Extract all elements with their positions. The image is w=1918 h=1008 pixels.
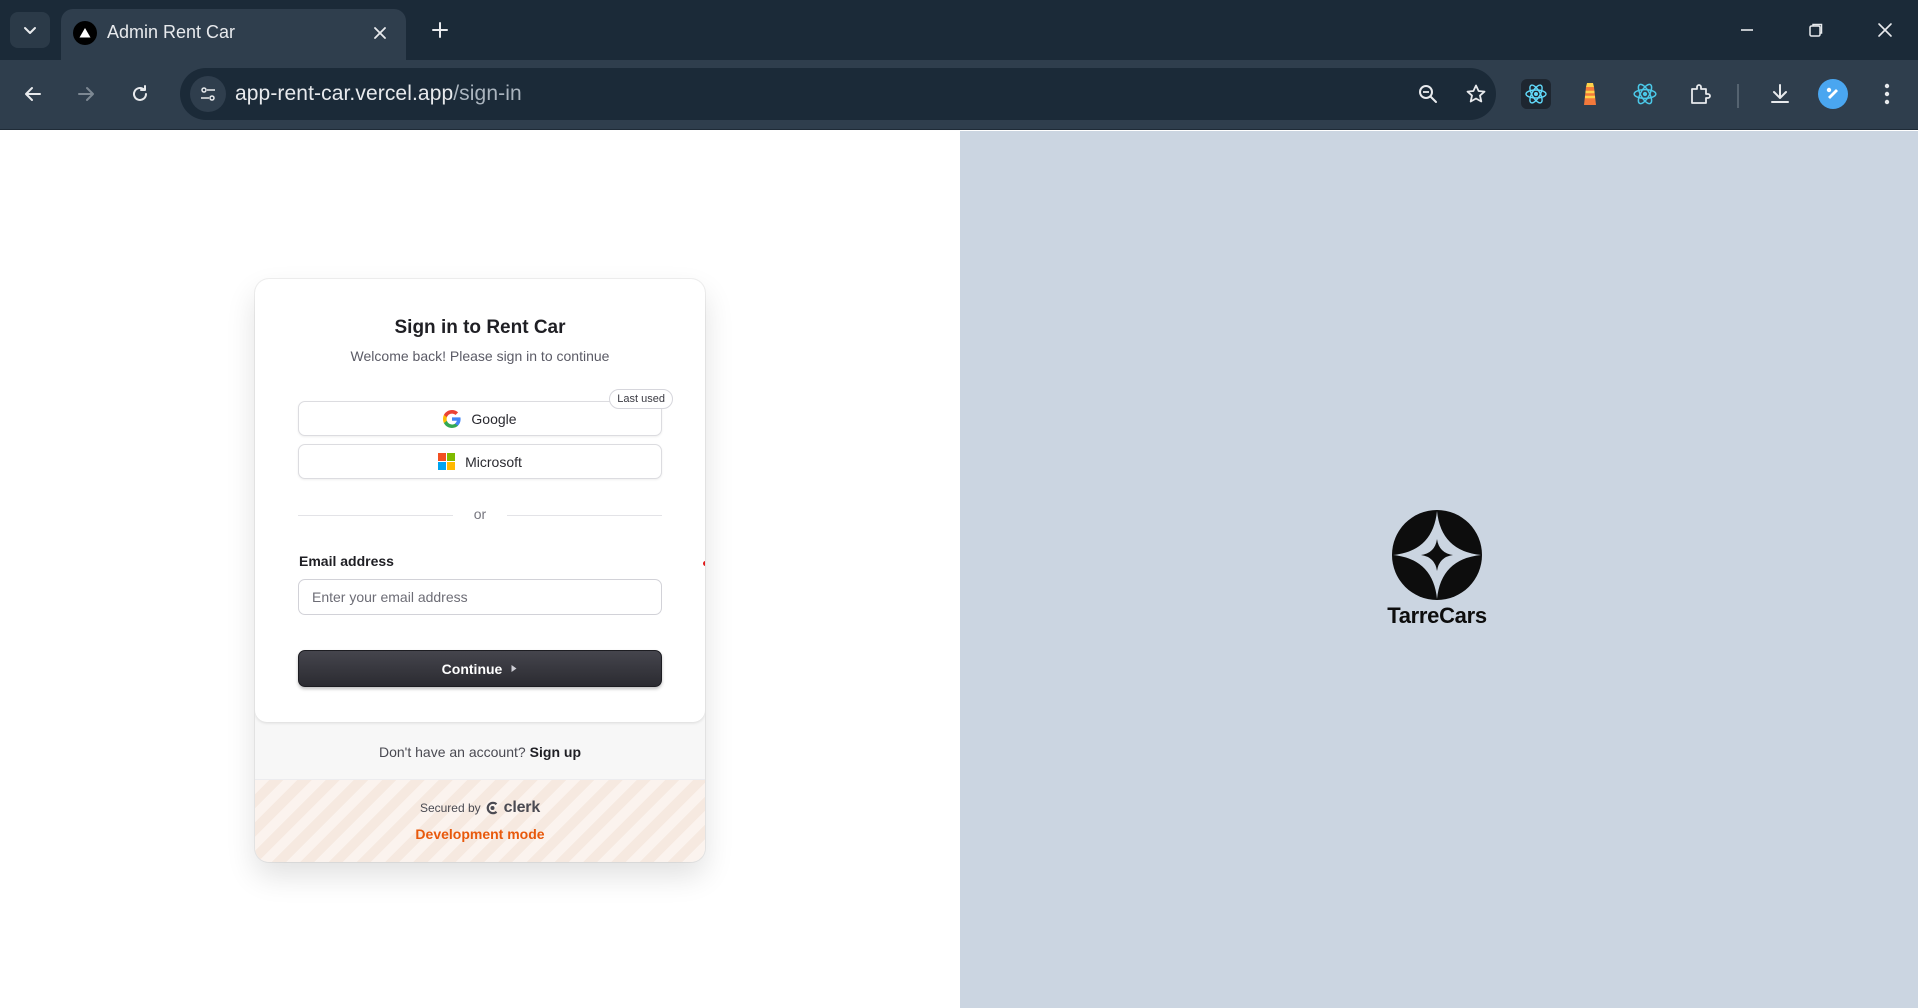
sign-in-card-body: Sign in to Rent Car Welcome back! Please…	[255, 279, 705, 722]
sign-in-card: Sign in to Rent Car Welcome back! Please…	[255, 279, 705, 862]
google-icon	[443, 409, 462, 428]
browser-tab-strip: Admin Rent Car	[0, 0, 1918, 60]
react-icon	[1633, 83, 1657, 105]
email-field[interactable]	[298, 579, 662, 615]
clerk-brand[interactable]: clerk	[504, 799, 541, 817]
downloads-button[interactable]	[1762, 76, 1798, 112]
react-devtools-extension[interactable]	[1518, 76, 1554, 112]
google-label: Google	[471, 410, 517, 427]
react-devtools-icon	[1521, 79, 1551, 109]
sign-up-link[interactable]: Sign up	[530, 744, 581, 760]
restore-button[interactable]	[1792, 10, 1840, 50]
forward-button[interactable]	[66, 74, 106, 114]
tarrecars-logo: TarreCars	[1387, 509, 1487, 629]
extensions-puzzle-icon	[1691, 84, 1711, 104]
tarrecars-logo-icon	[1392, 510, 1482, 600]
lighthouse-icon	[1584, 83, 1596, 105]
new-tab-button[interactable]	[424, 14, 456, 46]
reload-button[interactable]	[120, 74, 160, 114]
download-icon	[1771, 84, 1789, 103]
browser-menu-button[interactable]	[1869, 76, 1905, 112]
sign-up-prompt: Don't have an account? Sign up	[255, 744, 705, 760]
url-host: app-rent-car.vercel.app	[235, 82, 454, 105]
page-title: Sign in to Rent Car	[394, 317, 566, 338]
site-settings-icon	[201, 87, 215, 101]
microsoft-label: Microsoft	[465, 453, 522, 470]
status-dot	[703, 561, 705, 566]
development-mode-label: Development mode	[415, 826, 545, 842]
back-arrow-icon	[25, 87, 41, 101]
play-triangle-icon	[511, 665, 517, 672]
react-extension[interactable]	[1627, 76, 1663, 112]
brand-pane: TarreCars	[960, 131, 1918, 1008]
page-subtitle: Welcome back! Please sign in to continue	[350, 348, 610, 364]
last-used-badge: Last used	[609, 389, 673, 409]
google-sign-in-button[interactable]: Google	[298, 401, 662, 436]
close-icon	[374, 27, 386, 39]
continue-button[interactable]: Continue	[298, 650, 662, 687]
microsoft-icon	[438, 453, 456, 470]
window-close-button[interactable]	[1861, 10, 1909, 50]
brand-name: TarreCars	[1387, 603, 1487, 628]
sign-in-pane: Sign in to Rent Car Welcome back! Please…	[0, 131, 960, 1008]
star-icon	[1466, 84, 1486, 103]
continue-label: Continue	[441, 660, 503, 677]
secured-by-text: Secured by	[419, 801, 481, 815]
extensions-button[interactable]	[1682, 76, 1718, 112]
zoom-button[interactable]	[1412, 78, 1444, 110]
url-path: /sign-in	[453, 82, 522, 105]
tab-title: Admin Rent Car	[107, 22, 236, 42]
browser-toolbar: app-rent-car.vercel.app/sign-in	[0, 60, 1918, 130]
reload-icon	[133, 85, 147, 101]
clerk-logo-icon	[486, 801, 497, 815]
zoom-icon	[1419, 85, 1437, 103]
url-text: app-rent-car.vercel.app/sign-in	[235, 82, 522, 106]
divider-or: or	[473, 506, 487, 522]
tab-search-button[interactable]	[10, 12, 50, 48]
dev-footer: Secured by clerk Development mode	[255, 779, 705, 862]
tab-close-button[interactable]	[368, 21, 392, 45]
restore-icon	[1809, 23, 1823, 37]
vercel-triangle-icon	[73, 21, 97, 45]
kebab-menu-icon	[1884, 83, 1890, 105]
minimize-button[interactable]	[1723, 10, 1771, 50]
no-account-text: Don't have an account?	[379, 744, 526, 760]
email-label: Email address	[299, 553, 394, 569]
minimize-icon	[1741, 29, 1753, 31]
back-button[interactable]	[13, 74, 53, 114]
site-info-button[interactable]	[190, 76, 226, 112]
toolbar-divider	[1737, 84, 1739, 108]
close-icon	[1878, 23, 1892, 37]
profile-button[interactable]	[1815, 76, 1851, 112]
active-tab[interactable]: Admin Rent Car	[61, 9, 406, 60]
tab-search-icon	[24, 27, 36, 34]
page-content: Sign in to Rent Car Welcome back! Please…	[0, 131, 1918, 1008]
profile-avatar-icon	[1818, 79, 1848, 109]
forward-arrow-icon	[78, 87, 94, 101]
address-bar[interactable]: app-rent-car.vercel.app/sign-in	[180, 68, 1496, 120]
lighthouse-extension[interactable]	[1572, 76, 1608, 112]
secured-by-clerk: Secured by clerk	[255, 799, 705, 817]
microsoft-sign-in-button[interactable]: Microsoft	[298, 444, 662, 479]
divider-right	[507, 515, 662, 516]
bookmark-button[interactable]	[1460, 78, 1492, 110]
plus-icon	[432, 22, 448, 38]
